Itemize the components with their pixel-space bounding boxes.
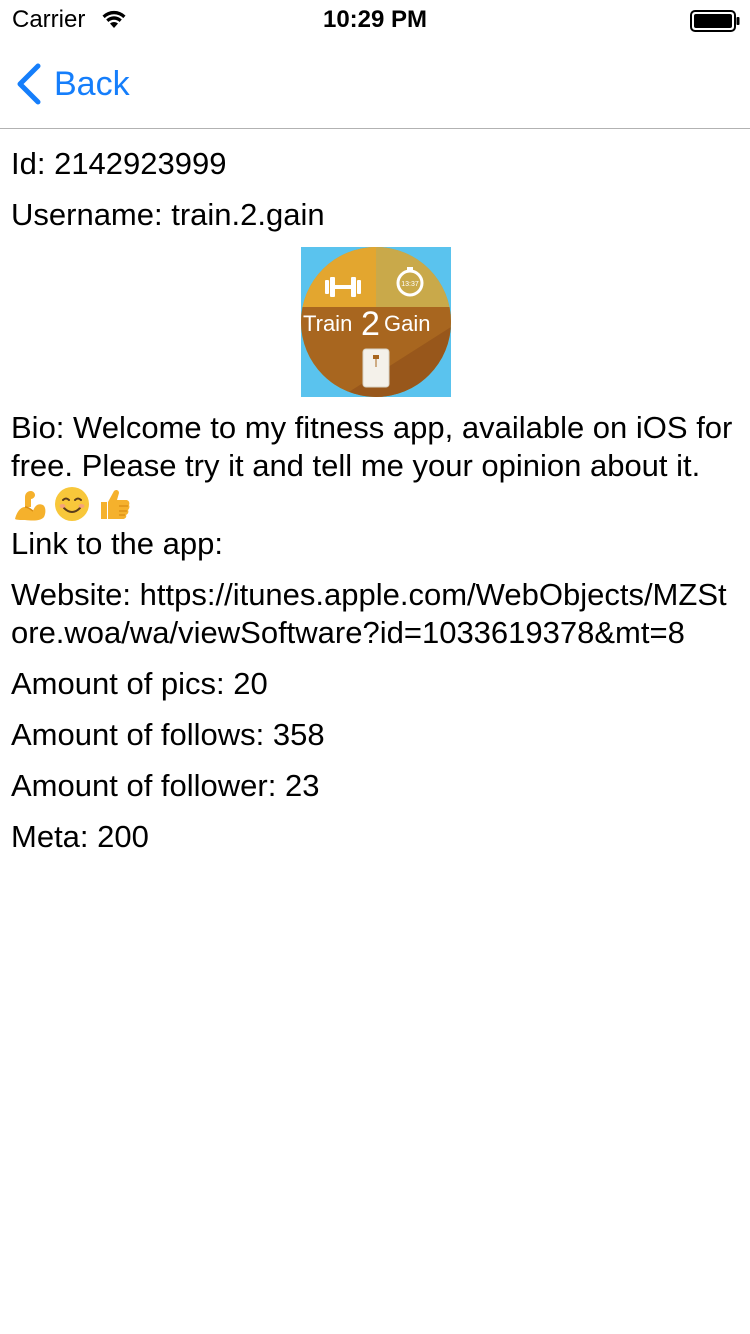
flexed-biceps-emoji [15, 491, 46, 521]
phone-icon [362, 348, 390, 388]
username: Username: train.2.gain [11, 197, 325, 232]
svg-text:13:37: 13:37 [401, 281, 419, 288]
profile-avatar: 13:37 Train 2 Gain [301, 247, 451, 397]
user-id: Id: 2142923999 [11, 146, 227, 181]
website: Website: https://itunes.apple.com/WebObj… [11, 577, 727, 650]
navigation-bar: Back [0, 40, 750, 129]
thumbs-up-emoji [101, 489, 130, 519]
chevron-left-icon [17, 63, 41, 105]
smiling-face-emoji [55, 487, 89, 521]
amount-of-pics: Amount of pics: 20 [11, 666, 268, 701]
amount-of-follower: Amount of follower: 23 [11, 768, 320, 803]
svg-text:2: 2 [361, 305, 380, 343]
back-button[interactable]: Back [14, 60, 130, 108]
amount-of-follows: Amount of follows: 358 [11, 717, 325, 752]
bio-link-line: Link to the app: [11, 526, 223, 561]
back-label: Back [54, 65, 130, 103]
status-bar: Carrier 10:29 PM [0, 0, 750, 40]
svg-text:Gain: Gain [384, 311, 430, 336]
meta: Meta: 200 [11, 819, 149, 854]
battery-icon [690, 10, 740, 32]
profile-details: Id: 2142923999 Username: train.2.gain 13… [11, 145, 741, 856]
bio: Bio: Welcome to my fitness app, availabl… [11, 409, 741, 525]
bio-text: Bio: Welcome to my fitness app, availabl… [11, 410, 733, 483]
avatar-container: 13:37 Train 2 Gain [11, 247, 741, 397]
status-time: 10:29 PM [322, 6, 428, 33]
svg-text:Train: Train [303, 311, 352, 336]
